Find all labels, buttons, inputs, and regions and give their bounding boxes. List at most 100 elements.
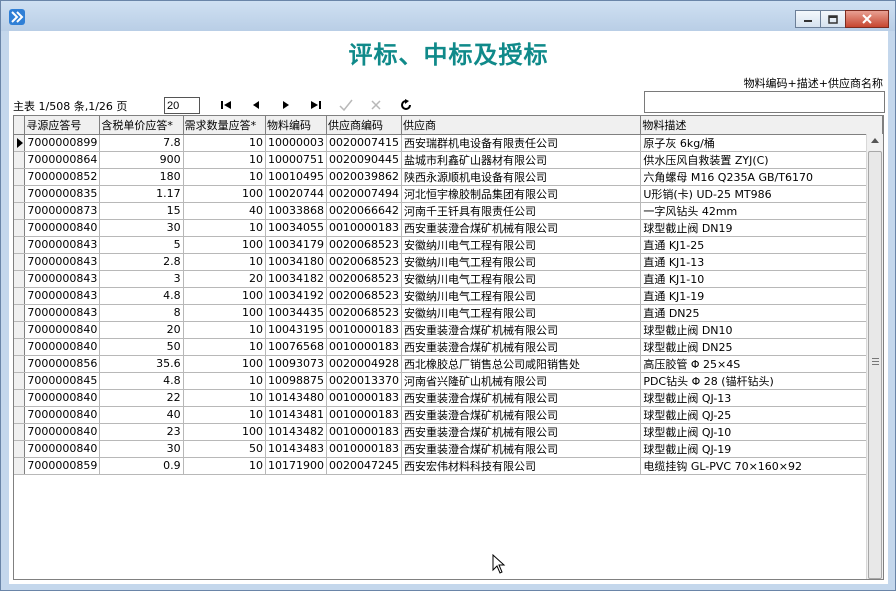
row-indicator[interactable] — [14, 202, 26, 220]
grid-cell[interactable]: 安徽纳川电气工程有限公司 — [401, 236, 642, 254]
grid-cell[interactable]: 10 — [183, 134, 267, 152]
grid-cell[interactable]: 球型截止阀 QJ-19 — [640, 440, 883, 458]
grid-cell[interactable]: 8 — [99, 304, 184, 322]
grid-cell[interactable]: 7000000840 — [24, 219, 101, 237]
row-indicator[interactable] — [14, 440, 26, 458]
refresh-button[interactable] — [391, 95, 421, 115]
grid-cell[interactable]: 7000000843 — [24, 270, 101, 288]
grid-cell[interactable]: 10 — [183, 253, 267, 271]
grid-cell[interactable]: 10076568 — [265, 338, 328, 356]
row-indicator[interactable] — [14, 338, 26, 356]
grid-cell[interactable]: 原子灰 6kg/桶 — [640, 134, 883, 152]
grid-cell[interactable]: 3 — [99, 270, 184, 288]
grid-cell[interactable]: 0020013370 — [326, 372, 403, 390]
grid-cell[interactable]: 球型截止阀 QJ-25 — [640, 406, 883, 424]
grid-cell[interactable]: 100 — [183, 423, 267, 441]
grid-cell[interactable]: 15 — [99, 202, 184, 220]
grid-cell[interactable]: 六角螺母 M16 Q235A GB/T6170 — [640, 168, 883, 186]
grid-cell[interactable]: 4.8 — [99, 287, 184, 305]
grid-cell[interactable]: 安徽纳川电气工程有限公司 — [401, 287, 642, 305]
grid-cell[interactable]: 100 — [183, 355, 267, 373]
grid-cell[interactable]: 0020004928 — [326, 355, 403, 373]
row-indicator[interactable] — [14, 219, 26, 237]
table-row[interactable]: 7000000843 3 20 10034182 0020068523 安徽纳川电气工程有… — [14, 270, 883, 288]
grid-cell[interactable]: 10020744 — [265, 185, 328, 203]
grid-cell[interactable]: 西安重装澄合煤矿机械有限公司 — [401, 219, 642, 237]
table-row[interactable]: 7000000856 35.6 100 10093073 0020004928 西北橡胶总… — [14, 355, 883, 373]
post-edit-button[interactable] — [331, 95, 361, 115]
last-record-button[interactable] — [301, 95, 331, 115]
grid-cell[interactable]: 7000000859 — [24, 457, 101, 475]
row-indicator[interactable] — [14, 287, 26, 305]
table-row[interactable]: 7000000840 50 10 10076568 0010000183 西安重装澄合煤矿… — [14, 338, 883, 356]
grid-cell[interactable]: 电缆挂钩 GL-PVC 70×160×92 — [640, 457, 883, 475]
column-header[interactable]: 需求数量应答* — [183, 116, 267, 135]
grid-cell[interactable]: 7000000873 — [24, 202, 101, 220]
grid-cell[interactable]: 0020007494 — [326, 185, 403, 203]
table-row[interactable]: 7000000843 8 100 10034435 0020068523 安徽纳川电气工程… — [14, 304, 883, 322]
grid-cell[interactable]: 10034435 — [265, 304, 328, 322]
grid-cell[interactable]: 0010000183 — [326, 423, 403, 441]
table-row[interactable]: 7000000840 30 50 10143483 0010000183 西安重装澄合煤矿… — [14, 440, 883, 458]
grid-cell[interactable]: 10034180 — [265, 253, 328, 271]
grid-cell[interactable]: 10143480 — [265, 389, 328, 407]
grid-cell[interactable]: 高压胶管 Φ 25×4S — [640, 355, 883, 373]
grid-cell[interactable]: 7000000840 — [24, 321, 101, 339]
grid-cell[interactable]: 0020068523 — [326, 270, 403, 288]
grid-cell[interactable]: 10 — [183, 372, 267, 390]
row-indicator[interactable] — [14, 321, 26, 339]
table-row[interactable]: 7000000843 2.8 10 10034180 0020068523 安徽纳川电气工… — [14, 253, 883, 271]
row-indicator[interactable] — [14, 134, 26, 152]
grid-cell[interactable]: 7000000840 — [24, 338, 101, 356]
grid-cell[interactable]: 西安重装澄合煤矿机械有限公司 — [401, 406, 642, 424]
grid-cell[interactable]: 西北橡胶总厂销售总公司咸阳销售处 — [401, 355, 642, 373]
column-header[interactable]: 含税单价应答* — [99, 116, 184, 135]
grid-cell[interactable]: 7000000840 — [24, 440, 101, 458]
grid-cell[interactable]: 40 — [99, 406, 184, 424]
row-indicator[interactable] — [14, 270, 26, 288]
next-record-button[interactable] — [271, 95, 301, 115]
grid-cell[interactable]: 7.8 — [99, 134, 184, 152]
grid-cell[interactable]: 10 — [183, 389, 267, 407]
grid-cell[interactable]: 20 — [183, 270, 267, 288]
table-row[interactable]: 7000000840 20 10 10043195 0010000183 西安重装澄合煤矿… — [14, 321, 883, 339]
grid-cell[interactable]: 7000000843 — [24, 287, 101, 305]
grid-cell[interactable]: 10 — [183, 219, 267, 237]
grid-cell[interactable]: 河南千王钎具有限责任公司 — [401, 202, 642, 220]
grid-cell[interactable]: 西安重装澄合煤矿机械有限公司 — [401, 389, 642, 407]
grid-cell[interactable]: 100 — [183, 236, 267, 254]
table-row[interactable]: 7000000840 40 10 10143481 0010000183 西安重装澄合煤矿… — [14, 406, 883, 424]
table-row[interactable]: 7000000840 23 100 10143482 0010000183 西安重装澄合煤… — [14, 423, 883, 441]
column-header[interactable]: 物料描述 — [640, 116, 883, 135]
grid-cell[interactable]: 10098875 — [265, 372, 328, 390]
grid-cell[interactable]: 0020090445 — [326, 151, 403, 169]
grid-cell[interactable]: 23 — [99, 423, 184, 441]
grid-cell[interactable]: 50 — [183, 440, 267, 458]
table-row[interactable]: 7000000840 22 10 10143480 0010000183 西安重装澄合煤矿… — [14, 389, 883, 407]
row-indicator[interactable] — [14, 236, 26, 254]
table-row[interactable]: 7000000873 15 40 10033868 0020066642 河南千王钎具有限… — [14, 202, 883, 220]
grid-cell[interactable]: 30 — [99, 219, 184, 237]
grid-cell[interactable]: 球型截止阀 DN19 — [640, 219, 883, 237]
scroll-thumb[interactable] — [868, 151, 882, 579]
column-header[interactable]: 供应商编码 — [326, 116, 403, 135]
grid-cell[interactable]: 0010000183 — [326, 338, 403, 356]
grid-cell[interactable]: 7000000843 — [24, 253, 101, 271]
minimize-button[interactable] — [795, 10, 821, 28]
grid-cell[interactable]: 10010495 — [265, 168, 328, 186]
grid-cell[interactable]: 50 — [99, 338, 184, 356]
grid-cell[interactable]: 球型截止阀 QJ-13 — [640, 389, 883, 407]
grid-cell[interactable]: 西安重装澄合煤矿机械有限公司 — [401, 321, 642, 339]
row-indicator[interactable] — [14, 389, 26, 407]
grid-cell[interactable]: 西安宏伟材料科技有限公司 — [401, 457, 642, 475]
maximize-button[interactable] — [820, 10, 846, 28]
grid-cell[interactable]: 直通 KJ1-10 — [640, 270, 883, 288]
grid-cell[interactable]: 10 — [183, 321, 267, 339]
grid-cell[interactable]: 7000000852 — [24, 168, 101, 186]
grid-cell[interactable]: 35.6 — [99, 355, 184, 373]
grid-cell[interactable]: 一字风钻头 42mm — [640, 202, 883, 220]
grid-cell[interactable]: 0010000183 — [326, 406, 403, 424]
row-indicator[interactable] — [14, 151, 26, 169]
grid-cell[interactable]: 0020039862 — [326, 168, 403, 186]
row-indicator[interactable] — [14, 304, 26, 322]
